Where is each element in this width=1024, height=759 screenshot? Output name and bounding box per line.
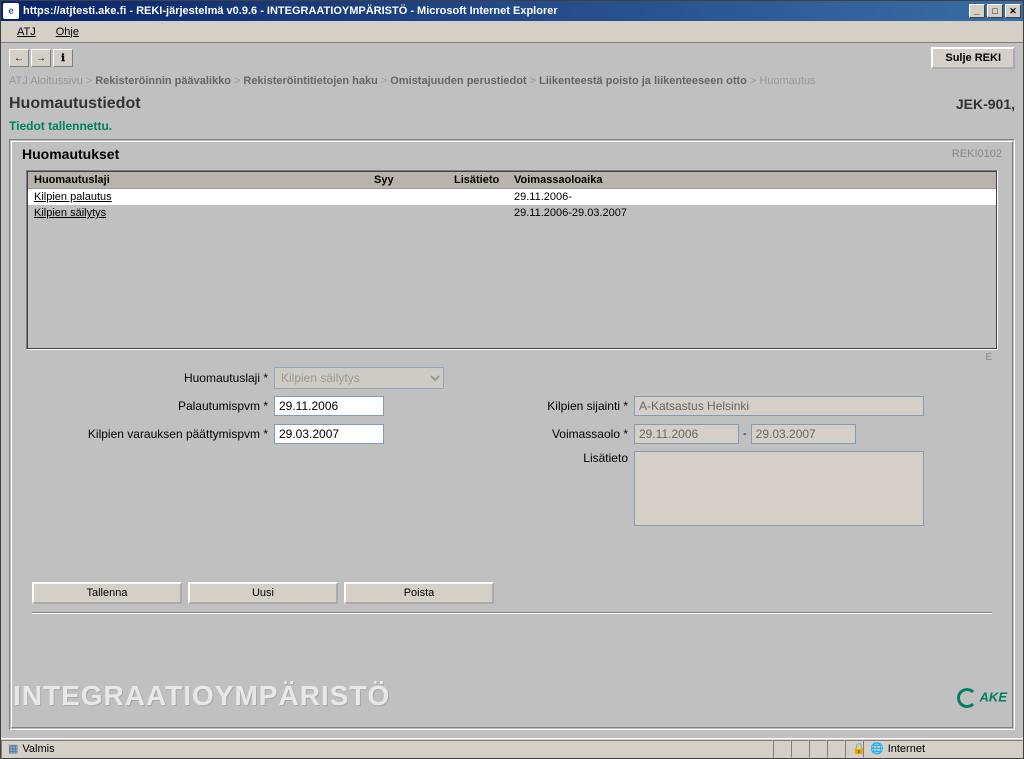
table-row[interactable]: Kilpien palautus 29.11.2006- <box>28 189 996 206</box>
label-sijainti: Kilpien sijainti * <box>524 399 634 413</box>
crumb-1[interactable]: Rekisteröinnin päävalikko <box>95 75 231 87</box>
label-huomautuslaji: Huomautuslaji * <box>32 371 274 385</box>
divider <box>32 612 992 614</box>
status-zone-text: Internet <box>888 743 925 755</box>
sijainti-input[interactable] <box>634 396 924 416</box>
row-lisa <box>448 189 508 206</box>
uusi-button[interactable]: Uusi <box>188 582 338 604</box>
lisatieto-textarea[interactable] <box>634 451 924 526</box>
crumb-4[interactable]: Liikenteestä poisto ja liikenteeseen ott… <box>539 75 747 87</box>
nav-info-button[interactable]: ℹ <box>53 49 73 67</box>
breadcrumb: ATJ Aloitussivu>Rekisteröinnin päävalikk… <box>1 73 1023 93</box>
crumb-5: Huomautus <box>759 75 815 87</box>
ake-logo: AKE <box>957 688 1007 708</box>
sulje-reki-button[interactable]: Sulje REKI <box>931 47 1015 69</box>
row-syy <box>368 205 448 221</box>
page-code: JEK-901, <box>956 96 1015 112</box>
col-syy: Syy <box>368 172 448 189</box>
menu-ohje[interactable]: Ohje <box>46 24 89 40</box>
titlebar: e https://atjtesti.ake.fi - REKI-järjest… <box>1 1 1023 21</box>
window-title: https://atjtesti.ake.fi - REKI-järjestel… <box>23 5 969 17</box>
row-lisa <box>448 205 508 221</box>
voimassaolo-loppu-input[interactable] <box>751 424 856 444</box>
status-lock: 🔒 <box>845 740 863 758</box>
varaus-input[interactable] <box>274 424 384 444</box>
status-slot <box>773 740 791 758</box>
statusbar: ▦ Valmis 🔒 🌐 Internet <box>1 738 1023 758</box>
voimassaolo-alku-input[interactable] <box>634 424 739 444</box>
row-syy <box>368 189 448 206</box>
crumb-2[interactable]: Rekisteröintitietojen haku <box>243 75 377 87</box>
col-voimassaoloaika: Voimassaoloaika <box>508 172 996 189</box>
col-lisatieto: Lisätieto <box>448 172 508 189</box>
label-palautumispvm: Palautumispvm * <box>32 399 274 413</box>
minimize-button[interactable]: _ <box>969 4 985 18</box>
poista-button[interactable]: Poista <box>344 582 494 604</box>
globe-icon: 🌐 <box>870 742 884 755</box>
panel-title: Huomautukset <box>22 146 119 162</box>
table-row[interactable]: Kilpien säilytys 29.11.2006-29.03.2007 <box>28 205 996 221</box>
row-aika: 29.11.2006- <box>508 189 996 206</box>
huomautuslaji-select[interactable]: Kilpien säilytys <box>274 367 444 389</box>
row-laji[interactable]: Kilpien säilytys <box>28 205 368 221</box>
col-huomautuslaji: Huomautuslaji <box>28 172 368 189</box>
status-slot <box>827 740 845 758</box>
label-varaus: Kilpien varauksen päättymispvm * <box>32 427 274 441</box>
maximize-button[interactable]: □ <box>987 4 1003 18</box>
label-voimassaolo: Voimassaolo * <box>524 427 634 441</box>
menubar: ATJ Ohje <box>1 21 1023 43</box>
palautumispvm-input[interactable] <box>274 396 384 416</box>
crumb-3[interactable]: Omistajuuden perustiedot <box>390 75 526 87</box>
menu-atj[interactable]: ATJ <box>7 24 46 40</box>
tallenna-button[interactable]: Tallenna <box>32 582 182 604</box>
date-separator: - <box>739 428 751 440</box>
nav-forward-button[interactable]: → <box>31 49 51 67</box>
status-slot <box>809 740 827 758</box>
panel-code: REKI0102 <box>952 148 1002 160</box>
nav-back-button[interactable]: ← <box>9 49 29 67</box>
status-slot <box>791 740 809 758</box>
ie-page-icon: ▦ <box>8 742 18 755</box>
close-button[interactable]: ✕ <box>1005 4 1021 18</box>
crumb-home[interactable]: ATJ Aloitussivu <box>9 75 83 87</box>
watermark: INTEGRAATIOYMPÄRISTÖ <box>13 680 390 712</box>
status-message: Tiedot tallennettu. <box>1 117 1023 139</box>
row-aika: 29.11.2006-29.03.2007 <box>508 205 996 221</box>
ie-icon: e <box>3 3 19 19</box>
status-ready: Valmis <box>22 743 54 755</box>
label-lisatieto: Lisätieto <box>524 451 634 465</box>
huomautukset-table: Huomautuslaji Syy Lisätieto Voimassaoloa… <box>26 170 998 350</box>
row-laji[interactable]: Kilpien palautus <box>28 189 368 206</box>
edit-marker: E <box>22 350 1002 367</box>
page-title: Huomautustiedot <box>9 95 141 113</box>
